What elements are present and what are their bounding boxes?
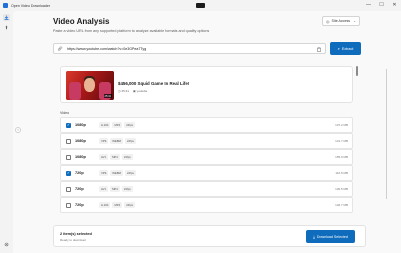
- close-button[interactable]: ✕: [388, 0, 401, 11]
- format-checkbox[interactable]: [66, 138, 71, 144]
- format-fps-tag: 24fps: [125, 138, 136, 144]
- window-title: Open Video Downloader: [11, 3, 51, 8]
- views-meta: ◷ 25:41: [118, 89, 129, 93]
- format-checkbox[interactable]: ✓: [66, 122, 71, 128]
- format-tags: VP9 WEBM 24fps: [99, 138, 136, 144]
- app-logo-icon: [3, 3, 8, 8]
- format-resolution: 1080p: [75, 139, 86, 143]
- format-container-tag: MP4: [112, 202, 123, 208]
- video-thumbnail: 25:41: [66, 71, 114, 100]
- format-resolution: 720p: [75, 171, 84, 175]
- download-selected-button[interactable]: ⤓ Download Selected: [306, 230, 355, 243]
- download-label: Download Selected: [316, 234, 348, 239]
- video-title: $456,000 Squid Game In Real Life!: [118, 81, 190, 86]
- settings-icon[interactable]: [3, 241, 10, 248]
- globe-icon: ◎: [326, 18, 330, 24]
- format-tags: H.264 MP4 24fps: [99, 122, 136, 128]
- search-icon: ⌕: [337, 46, 340, 51]
- format-row[interactable]: 720p AV1 MP4 24fps 130.5 MB: [60, 181, 353, 197]
- format-codec-tag: H.264: [99, 122, 111, 128]
- drag-handle[interactable]: [196, 3, 205, 8]
- format-checkbox[interactable]: [66, 186, 71, 192]
- extract-label: Extract: [341, 46, 354, 51]
- collapse-sidebar-button[interactable]: ‹: [15, 127, 21, 133]
- format-container-tag: WEBM: [110, 170, 123, 176]
- video-section-label: Video: [60, 111, 70, 115]
- format-row[interactable]: 1080p AV1 MP4 24fps 155.0 MB: [60, 149, 353, 165]
- format-tags: H.264 MP4 24fps: [99, 202, 136, 208]
- format-checkbox[interactable]: ✓: [66, 170, 71, 176]
- format-tags: VP9 WEBM 24fps: [99, 170, 136, 176]
- url-bar: 🔗︎: [53, 43, 326, 54]
- format-container-tag: MP4: [112, 122, 123, 128]
- video-info-card: 25:41 $456,000 Squid Game In Real Life! …: [60, 66, 353, 103]
- format-row[interactable]: ✓ 1080p H.264 MP4 24fps 107.2 MB: [60, 117, 353, 133]
- format-fps-tag: 24fps: [124, 122, 136, 128]
- format-size: 110.5 MB: [335, 171, 348, 175]
- format-size: 130.5 MB: [335, 187, 348, 191]
- format-codec-tag: VP9: [99, 138, 109, 144]
- window-controls: — ☐ ✕: [362, 0, 401, 11]
- format-row[interactable]: ✓ 720p VP9 WEBM 24fps 110.5 MB: [60, 165, 353, 181]
- format-list: ✓ 1080p H.264 MP4 24fps 107.2 MB 1080p VP9 WEBM 2…: [60, 117, 353, 213]
- download-icon[interactable]: [3, 14, 10, 21]
- url-input[interactable]: [67, 46, 307, 51]
- selection-status: Ready to download: [60, 238, 86, 242]
- left-rail: [0, 11, 13, 253]
- maximize-button[interactable]: ☐: [375, 0, 388, 11]
- selection-count: 2 item(s) selected: [60, 232, 92, 236]
- extract-button[interactable]: ⌕ Extract: [330, 42, 361, 55]
- format-size: 107.2 MB: [335, 123, 348, 127]
- format-container-tag: MP4: [110, 154, 120, 160]
- paste-icon[interactable]: [317, 47, 321, 53]
- format-size: 155.0 MB: [335, 155, 348, 159]
- format-row[interactable]: 1080p VP9 WEBM 24fps 131.7 MB: [60, 133, 353, 149]
- format-fps-tag: 24fps: [121, 154, 133, 160]
- format-fps-tag: 24fps: [124, 202, 136, 208]
- format-checkbox[interactable]: [66, 202, 71, 208]
- format-resolution: 1080p: [75, 123, 86, 127]
- thumbnail-duration: 25:41: [103, 94, 112, 98]
- video-meta: ◷ 25:41 ▣ youtube: [118, 89, 147, 93]
- channel-meta: ▣ youtube: [132, 89, 148, 93]
- format-fps-tag: 24fps: [121, 186, 133, 192]
- format-codec-tag: VP9: [99, 170, 109, 176]
- download-icon: ⤓: [313, 234, 315, 239]
- format-row[interactable]: 720p H.264 MP4 24fps 146.7 MB: [60, 197, 353, 213]
- selection-footer: 2 item(s) selected Ready to download ⤓ D…: [53, 225, 366, 247]
- format-resolution: 720p: [75, 203, 84, 207]
- main-scrollbar[interactable]: [386, 69, 387, 199]
- card-scrollbar[interactable]: [356, 66, 358, 76]
- format-container-tag: MP4: [110, 186, 120, 192]
- site-access-label: Site Access: [331, 19, 351, 23]
- format-codec-tag: H.264: [99, 202, 111, 208]
- format-container-tag: WEBM: [110, 138, 123, 144]
- title-bar: Open Video Downloader — ☐ ✕: [0, 0, 401, 11]
- pin-icon[interactable]: [3, 24, 10, 31]
- format-size: 131.7 MB: [335, 139, 348, 143]
- format-codec-tag: AV1: [99, 154, 109, 160]
- format-checkbox[interactable]: [66, 154, 71, 160]
- chevron-down-icon: ⌄: [353, 19, 356, 23]
- minimize-button[interactable]: —: [362, 0, 375, 11]
- format-fps-tag: 24fps: [125, 170, 136, 176]
- page-subtitle: Paste a video URL from any supported pla…: [53, 29, 210, 33]
- format-tags: AV1 MP4 24fps: [99, 186, 133, 192]
- page-title: Video Analysis: [53, 17, 110, 26]
- format-tags: AV1 MP4 24fps: [99, 154, 133, 160]
- site-access-dropdown[interactable]: ◎ Site Access ⌄: [322, 16, 360, 26]
- format-size: 146.7 MB: [335, 203, 348, 207]
- link-icon: 🔗︎: [57, 46, 63, 51]
- format-resolution: 720p: [75, 187, 84, 191]
- format-resolution: 1080p: [75, 155, 86, 159]
- format-codec-tag: AV1: [99, 186, 109, 192]
